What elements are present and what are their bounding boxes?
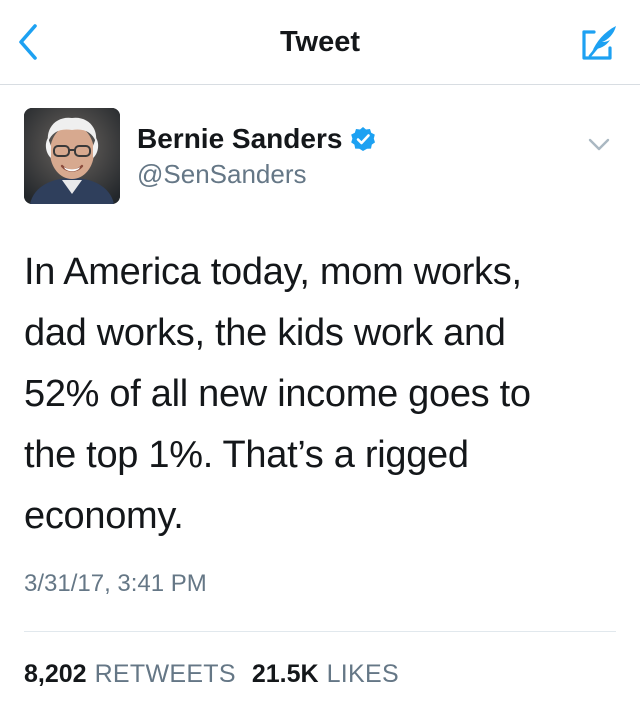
tweet-text-line: dad works, the kids work and xyxy=(24,312,506,354)
divider xyxy=(24,631,616,632)
navigation-bar: Tweet xyxy=(0,0,640,85)
likes-label: LIKES xyxy=(326,660,399,688)
chevron-down-icon xyxy=(588,138,610,151)
author-name: Bernie Sanders xyxy=(137,123,343,154)
likes-stat[interactable]: 21.5K LIKES xyxy=(252,657,399,691)
avatar[interactable] xyxy=(24,108,120,204)
tweet-text-line: the top 1%. That’s a rigged xyxy=(24,434,469,476)
retweets-stat[interactable]: 8,202 RETWEETS xyxy=(24,657,236,691)
avatar-image xyxy=(24,108,120,204)
retweets-label: RETWEETS xyxy=(94,660,236,688)
author-handle[interactable]: @SenSanders xyxy=(137,158,307,190)
author-name-row[interactable]: Bernie Sanders xyxy=(137,122,376,156)
retweets-count: 8,202 xyxy=(24,660,87,688)
tweet-timestamp: 3/31/17, 3:41 PM xyxy=(24,570,207,597)
tweet-stats: 8,202 RETWEETS 21.5K LIKES xyxy=(24,657,415,691)
compose-button[interactable] xyxy=(578,20,622,64)
tweet-text-line: In America today, mom works, xyxy=(24,251,522,293)
tweet-text-line: 52% of all new income goes to xyxy=(24,373,531,415)
verified-badge-icon xyxy=(350,126,376,152)
tweet-text-line: economy. xyxy=(24,495,184,537)
tweet-text: In America today, mom works, dad works, … xyxy=(24,242,616,547)
compose-quill-icon xyxy=(582,26,616,60)
page-title: Tweet xyxy=(279,26,361,58)
likes-count: 21.5K xyxy=(251,660,319,688)
tweet-author: Bernie Sanders @SenSanders xyxy=(24,108,616,208)
more-options-button[interactable] xyxy=(582,130,616,160)
